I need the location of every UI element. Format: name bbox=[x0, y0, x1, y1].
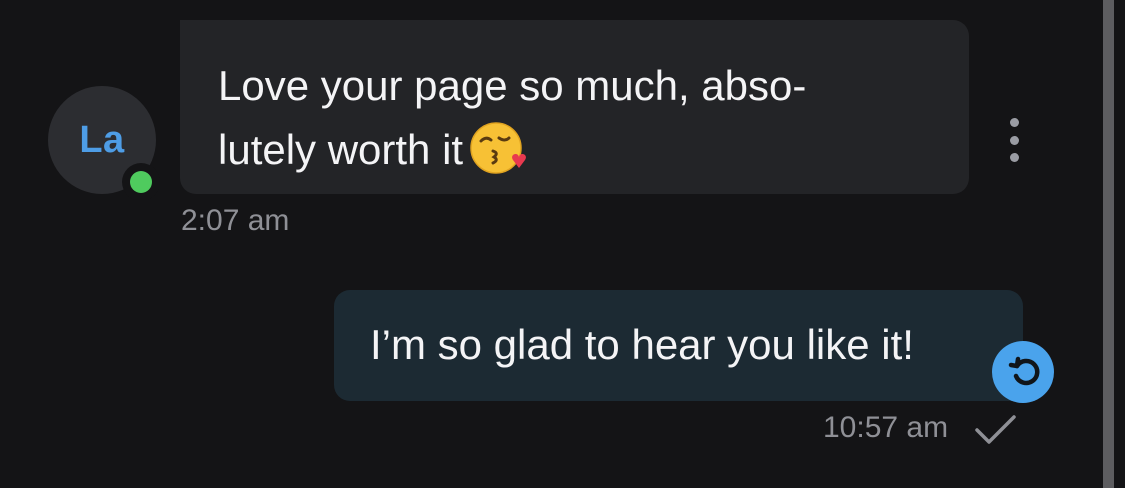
more-dot bbox=[1009, 153, 1019, 162]
incoming-message-line2: lutely worth it bbox=[218, 126, 464, 173]
scrollbar[interactable] bbox=[1103, 0, 1114, 488]
incoming-message-bubble[interactable]: Love your page so much, abso- lutely wor… bbox=[180, 20, 969, 194]
sent-check-icon bbox=[975, 415, 1016, 444]
face-throwing-kiss-icon bbox=[470, 122, 527, 174]
more-dot bbox=[1009, 135, 1019, 145]
more-vertical-icon[interactable] bbox=[1000, 118, 1028, 162]
outgoing-message-time: 10:57 am bbox=[823, 411, 949, 444]
avatar-initials: La bbox=[79, 118, 125, 161]
undo-arrow-glyph bbox=[1008, 356, 1040, 386]
outgoing-message-text: I’m so glad to hear you like it! bbox=[370, 321, 914, 368]
undo-arrow-icon[interactable] bbox=[992, 341, 1054, 403]
incoming-message-time: 2:07 am bbox=[181, 204, 290, 237]
more-dot bbox=[1009, 118, 1019, 127]
incoming-message-text: Love your page so much, abso- lutely wor… bbox=[218, 54, 938, 182]
online-status-indicator bbox=[122, 163, 160, 201]
incoming-message-line1: Love your page so much, abso- bbox=[218, 62, 807, 109]
outgoing-message-bubble[interactable]: I’m so glad to hear you like it! bbox=[334, 290, 1023, 401]
